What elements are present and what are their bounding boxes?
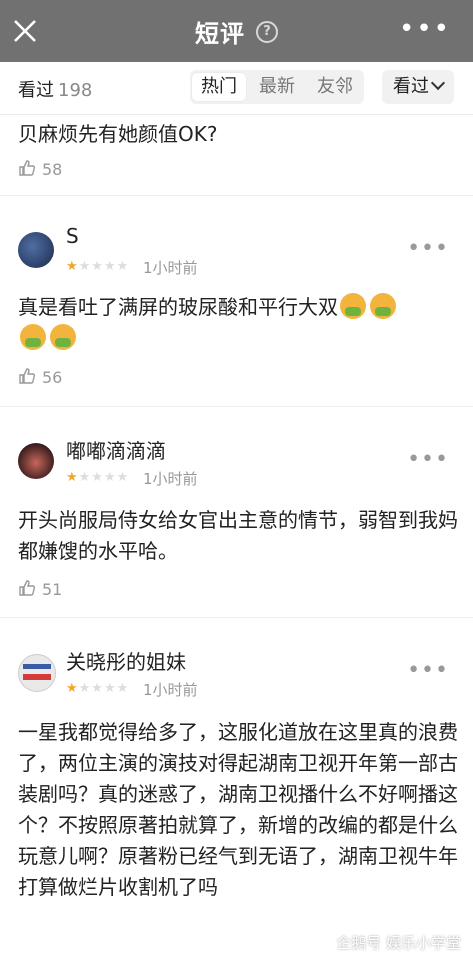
like-count: 56	[42, 368, 63, 387]
review-text-content: 真是看吐了满屏的玻尿酸和平行大双	[18, 295, 338, 319]
nauseated-emoji-icon	[20, 324, 46, 350]
avatar[interactable]	[18, 232, 54, 268]
like-button[interactable]: 58	[18, 159, 62, 179]
thumbs-up-icon	[19, 580, 36, 596]
avatar[interactable]	[18, 654, 56, 692]
like-button[interactable]: 51	[18, 579, 62, 599]
review-item: 贝麻烦先有她颜值OK? 58	[0, 115, 473, 196]
review-text: 真是看吐了满屏的玻尿酸和平行大双	[18, 292, 458, 354]
star-rating: ★★★★★	[66, 470, 130, 485]
review-item: S ★★★★★ 1小时前 ••• 真是看吐了满屏的玻尿酸和平行大双 56	[0, 196, 473, 407]
username[interactable]: 关晓彤的姐妹	[66, 646, 186, 675]
thumbs-up-icon	[19, 368, 36, 384]
review-item: 嘟嘟滴滴滴 ★★★★★ 1小时前 ••• 开头尚服局侍女给女官出主意的情节，弱智…	[0, 407, 473, 618]
more-options-icon[interactable]: •••	[407, 660, 449, 682]
chevron-down-icon	[430, 75, 446, 91]
review-text: 开头尚服局侍女给女官出主意的情节，弱智到我妈都嫌馊的水平哈。	[18, 508, 458, 563]
nauseated-emoji-icon	[50, 324, 76, 350]
more-options-icon[interactable]: •••	[407, 449, 449, 471]
review-text: 一星我都觉得给多了，这服化道放在这里真的浪费了，两位主演的演技对得起湖南卫视开年…	[18, 720, 458, 899]
seen-filter-dropdown[interactable]: 看过	[382, 70, 454, 104]
username[interactable]: S	[66, 224, 79, 248]
review-text: 贝麻烦先有她颜值OK?	[18, 122, 218, 146]
watermark: 企鹅号 娱乐小学堂	[336, 934, 461, 952]
star-rating: ★★★★★	[66, 259, 130, 274]
page-title: 短评	[194, 20, 245, 48]
more-options-icon[interactable]: •••	[407, 238, 449, 260]
more-options-icon[interactable]: •••	[399, 16, 451, 42]
review-time: 1小时前	[143, 259, 198, 277]
tab-friends[interactable]: 友邻	[308, 73, 362, 101]
username[interactable]: 嘟嘟滴滴滴	[66, 435, 166, 464]
like-count: 51	[42, 580, 63, 599]
avatar[interactable]	[18, 443, 54, 479]
like-button[interactable]: 56	[18, 367, 62, 387]
star-rating: ★★★★★	[66, 681, 130, 696]
like-count: 58	[42, 160, 63, 179]
filter-bar: 看过 198 热门 最新 友邻 看过	[0, 62, 473, 115]
nauseated-emoji-icon	[340, 293, 366, 319]
question-circle-icon[interactable]: ?	[256, 20, 279, 43]
seen-label: 看过	[18, 80, 54, 101]
review-item: 关晓彤的姐妹 ★★★★★ 1小时前 ••• 一星我都觉得给多了，这服化道放在这里…	[0, 618, 473, 963]
nauseated-emoji-icon	[370, 293, 396, 319]
seen-number: 198	[58, 80, 93, 101]
filter-label: 看过	[393, 76, 429, 97]
review-time: 1小时前	[143, 470, 198, 488]
seen-count: 看过 198	[18, 76, 92, 102]
sort-tabs: 热门 最新 友邻	[190, 70, 364, 104]
tab-hot[interactable]: 热门	[192, 73, 246, 101]
review-time: 1小时前	[143, 681, 198, 699]
tab-latest[interactable]: 最新	[250, 73, 304, 101]
top-bar: 短评 ? •••	[0, 0, 473, 62]
thumbs-up-icon	[19, 160, 36, 176]
